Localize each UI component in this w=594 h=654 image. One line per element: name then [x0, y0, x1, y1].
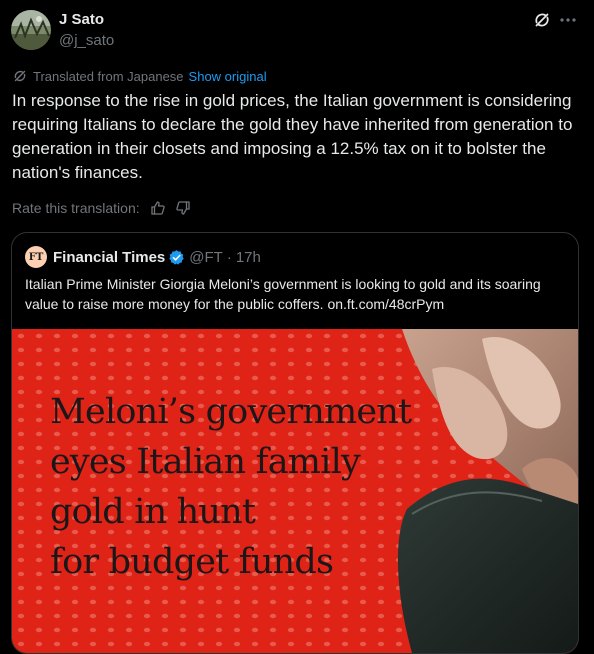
headline-line: Meloni’s government: [50, 392, 412, 432]
grok-icon[interactable]: [532, 10, 552, 30]
rate-translation-label: Rate this translation:: [12, 200, 140, 216]
quoted-post-header: FT Financial Times @FT · 17h: [25, 246, 261, 268]
translation-notice: Translated from Japanese Show original: [12, 68, 267, 84]
quoted-post[interactable]: FT Financial Times @FT · 17h Italian Pri…: [11, 232, 579, 654]
more-icon[interactable]: [558, 10, 578, 30]
quoted-post-image[interactable]: Meloni’s government eyes Italian family …: [12, 329, 578, 653]
avatar-image: [11, 10, 51, 50]
rate-translation: Rate this translation:: [12, 199, 191, 217]
quoted-author-handle[interactable]: @FT: [189, 249, 223, 266]
avatar[interactable]: [11, 10, 51, 50]
post-text: In response to the rise in gold prices, …: [12, 91, 573, 182]
quoted-avatar[interactable]: FT: [25, 246, 47, 268]
quoted-post-text: Italian Prime Minister Giorgia Meloni’s …: [25, 276, 541, 312]
headline-line: for budget funds: [50, 542, 333, 582]
show-original-link[interactable]: Show original: [189, 69, 267, 84]
tweet: J Sato @j_sato Translated from Japanese …: [0, 0, 594, 654]
quoted-author-name[interactable]: Financial Times: [53, 249, 165, 266]
verified-badge-icon: [169, 249, 184, 265]
translate-icon: [14, 70, 26, 82]
headline-line: gold in hunt: [50, 492, 256, 532]
headline-image: Meloni’s government eyes Italian family …: [12, 329, 578, 653]
headline-line: eyes Italian family: [50, 442, 361, 482]
separator-dot: ·: [226, 248, 232, 266]
thumbs-down-icon[interactable]: [175, 200, 191, 216]
author-handle[interactable]: @j_sato: [59, 32, 114, 49]
thumbs-up-icon[interactable]: [150, 200, 166, 216]
quoted-post-time[interactable]: 17h: [236, 249, 261, 266]
translated-label: Translated from Japanese: [33, 68, 184, 84]
author-name[interactable]: J Sato: [59, 11, 104, 28]
